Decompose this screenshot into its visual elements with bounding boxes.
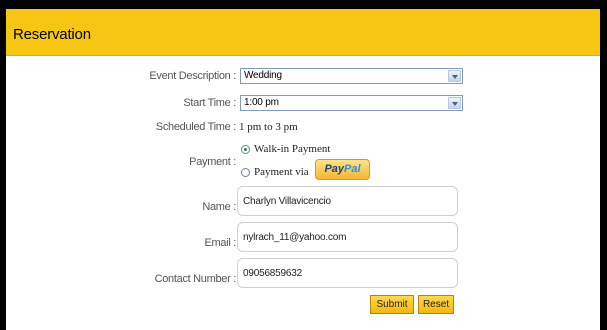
payment-label: Payment : [189,156,236,168]
contact-number-value: 09056859632 [243,268,302,279]
contact-number-field[interactable]: 09056859632 [237,258,458,288]
event-description-label: Event Description : [149,70,236,82]
event-description-select[interactable]: Wedding [240,68,463,84]
paypal-logo[interactable]: PayPal [315,159,370,180]
name-label: Name : [202,201,236,213]
paypal-payment-radio[interactable] [241,168,250,177]
start-time-value: 1:00 pm [244,97,279,108]
email-value: nylrach_11@yahoo.com [243,232,347,243]
event-description-value: Wedding [244,70,282,81]
name-field[interactable]: Charlyn Villavicencio [237,186,458,216]
walk-in-payment-radio[interactable] [241,145,250,154]
chevron-down-icon[interactable] [448,97,461,109]
contact-number-label: Contact Number : [154,273,237,285]
reservation-panel: Reservation Event Description : Wedding … [6,9,600,330]
email-label: Email : [204,237,236,249]
start-time-label: Start Time : [183,97,236,109]
email-field[interactable]: nylrach_11@yahoo.com [237,222,458,252]
walk-in-payment-label: Walk-in Payment [254,143,331,155]
panel-header: Reservation [6,9,600,56]
name-value: Charlyn Villavicencio [243,196,331,207]
paypal-logo-pay: Pay [324,163,345,175]
paypal-logo-pal: Pal [344,163,361,175]
chevron-down-icon[interactable] [448,70,461,82]
scheduled-time-value: 1 pm to 3 pm [239,121,298,133]
paypal-payment-label: Payment via [254,166,309,178]
scheduled-time-label: Scheduled Time : [155,121,237,133]
start-time-select[interactable]: 1:00 pm [240,95,463,111]
submit-button[interactable]: Submit [370,295,414,314]
reset-button[interactable]: Reset [418,295,454,314]
panel-title: Reservation [13,26,91,43]
